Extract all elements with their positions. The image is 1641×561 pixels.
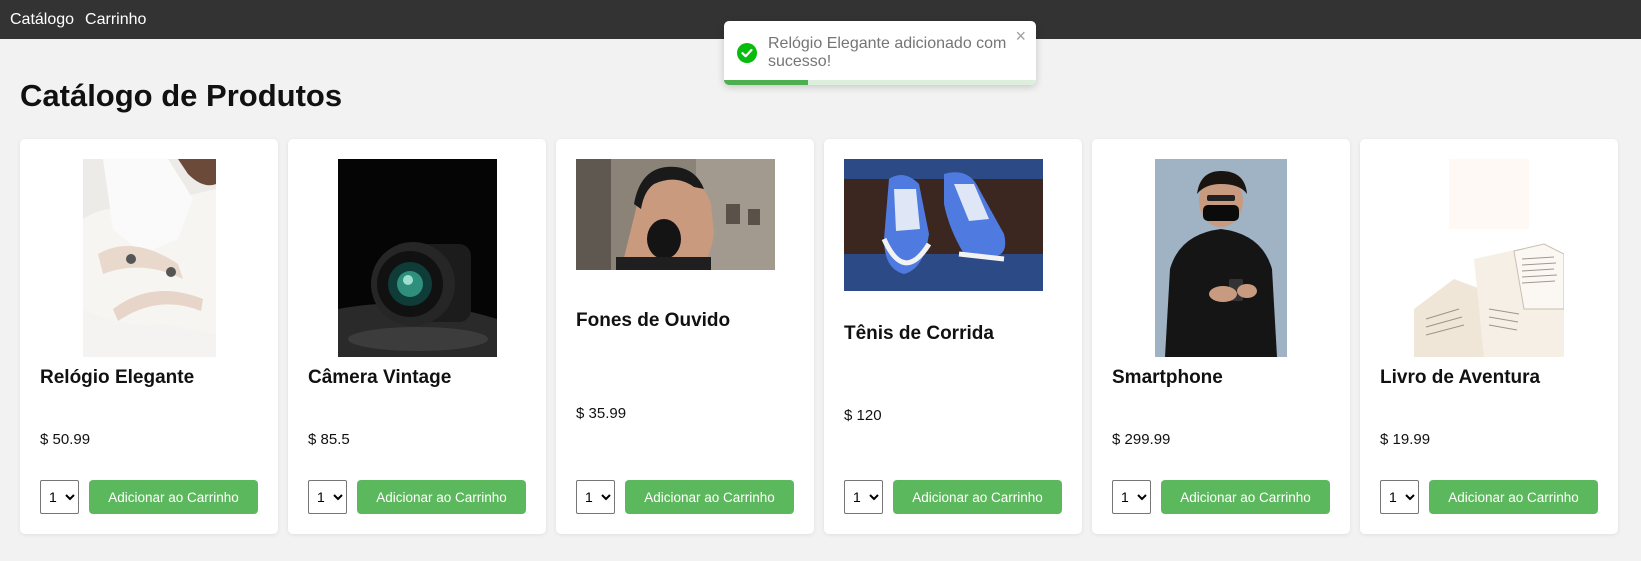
add-to-cart-button[interactable]: Adicionar ao Carrinho <box>357 480 526 514</box>
product-grid: Relógio Elegante $ 50.99 1 Adicionar ao … <box>20 139 1618 534</box>
check-circle-icon <box>737 43 757 63</box>
product-price: $ 35.99 <box>576 405 627 422</box>
product-card: Relógio Elegante $ 50.99 1 Adicionar ao … <box>20 139 278 534</box>
product-price: $ 120 <box>844 407 882 424</box>
add-to-cart-button[interactable]: Adicionar ao Carrinho <box>625 480 794 514</box>
add-to-cart-button[interactable]: Adicionar ao Carrinho <box>1429 480 1598 514</box>
open-book-photo <box>1414 159 1564 357</box>
add-to-cart-button[interactable]: Adicionar ao Carrinho <box>89 480 258 514</box>
product-name: Smartphone <box>1112 367 1223 388</box>
headphones-photo <box>576 159 775 270</box>
product-price: $ 50.99 <box>40 431 91 448</box>
add-to-cart-button[interactable]: Adicionar ao Carrinho <box>893 480 1062 514</box>
quantity-select[interactable]: 1 <box>40 480 79 514</box>
toast-message: Relógio Elegante adicionado com sucesso! <box>768 35 1007 70</box>
smartphone-photo <box>1155 159 1287 357</box>
quantity-select[interactable]: 1 <box>1380 480 1419 514</box>
quantity-select[interactable]: 1 <box>844 480 883 514</box>
product-name: Tênis de Corrida <box>844 323 994 344</box>
wristwatch-photo <box>82 159 216 357</box>
product-card: Câmera Vintage $ 85.5 1 Adicionar ao Car… <box>288 139 546 534</box>
product-name: Câmera Vintage <box>308 367 452 388</box>
quantity-select[interactable]: 1 <box>1112 480 1151 514</box>
product-card: Livro de Aventura $ 19.99 1 Adicionar ao… <box>1360 139 1618 534</box>
product-name: Livro de Aventura <box>1380 367 1541 388</box>
close-icon[interactable]: × <box>1015 27 1026 45</box>
add-to-cart-button[interactable]: Adicionar ao Carrinho <box>1161 480 1330 514</box>
product-card: Fones de Ouvido $ 35.99 1 Adicionar ao C… <box>556 139 814 534</box>
success-toast: Relógio Elegante adicionado com sucesso!… <box>724 21 1036 85</box>
quantity-select[interactable]: 1 <box>576 480 615 514</box>
product-price: $ 19.99 <box>1380 431 1431 448</box>
toast-progress-track <box>724 80 1036 85</box>
sneakers-photo <box>844 159 1043 291</box>
product-price: $ 299.99 <box>1112 431 1171 448</box>
product-card: Tênis de Corrida $ 120 1 Adicionar ao Ca… <box>824 139 1082 534</box>
quantity-select[interactable]: 1 <box>308 480 347 514</box>
nav-link-catalog[interactable]: Catálogo <box>10 11 74 29</box>
toast-progress-bar <box>724 80 809 85</box>
product-card: Smartphone $ 299.99 1 Adicionar ao Carri… <box>1092 139 1350 534</box>
product-price: $ 85.5 <box>308 431 350 448</box>
page-title: Catálogo de Produtos <box>20 78 343 113</box>
camera-lens-photo <box>337 159 497 357</box>
nav-link-cart[interactable]: Carrinho <box>85 11 146 29</box>
product-name: Fones de Ouvido <box>576 310 731 331</box>
product-name: Relógio Elegante <box>40 367 195 388</box>
